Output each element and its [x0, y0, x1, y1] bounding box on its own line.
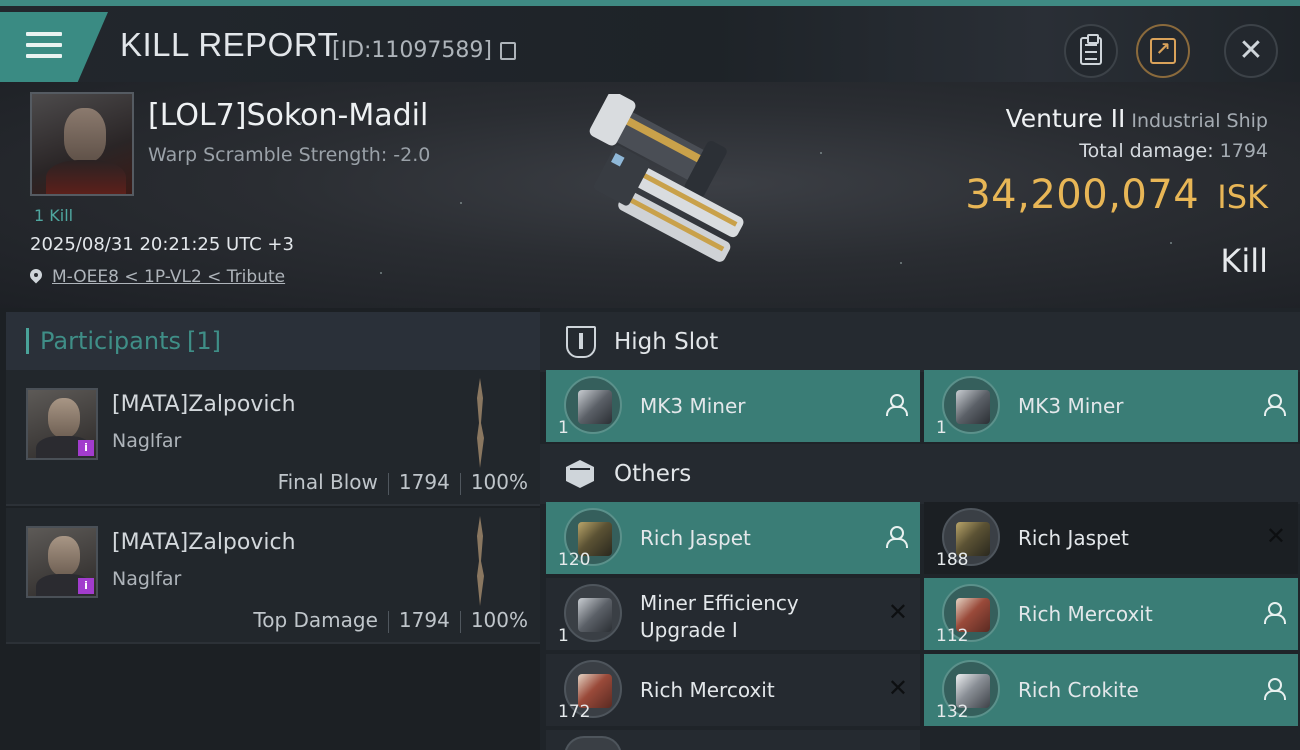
dropped-person-icon — [886, 526, 908, 548]
close-icon: ✕ — [1238, 33, 1264, 68]
destroyed-x-icon: ✕ — [1265, 522, 1286, 550]
destroyed-x-icon: ✕ — [887, 598, 908, 626]
location-pin-icon — [30, 269, 42, 285]
weapon-icon — [477, 516, 484, 606]
item-slot[interactable]: 188 Rich Jaspet ✕ — [924, 502, 1298, 574]
kill-location[interactable]: M-OEE8 < 1P-VL2 < Tribute — [30, 267, 285, 287]
item-name: Rich Jaspet — [640, 526, 751, 550]
info-badge-icon: i — [78, 578, 94, 594]
item-slot[interactable]: 1 MK3 Miner — [546, 370, 920, 442]
item-name: MK3 Miner — [1018, 394, 1124, 418]
item-name: Rich Crokite — [1018, 678, 1139, 702]
miner-module-icon — [564, 376, 622, 434]
warp-scramble-strength: Warp Scramble Strength: -2.0 — [148, 144, 431, 166]
kill-timestamp: 2025/08/31 20:21:25 UTC +3 — [30, 234, 294, 255]
item-quantity: 172 — [558, 702, 591, 722]
victim-portrait[interactable] — [30, 92, 134, 196]
item-quantity: 132 — [936, 702, 969, 722]
item-name: Rich Jaspet — [1018, 526, 1129, 550]
item-quantity: 1 — [936, 418, 947, 438]
kill-result: Kill — [1220, 242, 1268, 280]
item-slot-partial[interactable] — [546, 730, 920, 750]
dropped-person-icon — [1264, 394, 1286, 416]
item-quantity: 112 — [936, 626, 969, 646]
hamburger-icon — [26, 32, 62, 62]
ship-name[interactable]: Venture II Industrial Ship — [1006, 104, 1268, 133]
clipboard-icon — [1080, 34, 1102, 65]
item-slot[interactable]: 132 Rich Crokite — [924, 654, 1298, 726]
item-slot[interactable]: 120 Rich Jaspet — [546, 502, 920, 574]
ore-icon — [564, 736, 622, 750]
destroyed-x-icon: ✕ — [887, 674, 908, 702]
item-quantity: 120 — [558, 550, 591, 570]
upgrade-module-icon — [564, 584, 622, 642]
item-name: Rich Mercoxit — [640, 678, 775, 702]
dropped-person-icon — [1264, 678, 1286, 700]
participant-avatar[interactable]: i — [26, 388, 98, 460]
miner-module-icon — [942, 376, 1000, 434]
cargo-box-icon — [566, 460, 594, 488]
ship-class: Industrial Ship — [1131, 110, 1268, 132]
dropped-person-icon — [886, 394, 908, 416]
participant-name: [MATA]Zalpovich — [112, 530, 296, 555]
participant-row[interactable]: i [MATA]Zalpovich Naglfar Top Damage 1794… — [6, 508, 540, 644]
participant-row[interactable]: i [MATA]Zalpovich Naglfar Final Blow 1794… — [6, 370, 540, 506]
participant-ship: Naglfar — [112, 568, 182, 590]
page-title: KILL REPORT — [120, 26, 339, 63]
item-slot[interactable]: 172 Rich Mercoxit ✕ — [546, 654, 920, 726]
participants-panel: Participants [1] i [MATA]Zalpovich Naglfa… — [0, 308, 540, 750]
copy-icon[interactable] — [500, 42, 516, 60]
participants-header[interactable]: Participants [1] — [6, 312, 540, 370]
total-damage: Total damage: 1794 — [1079, 140, 1268, 162]
high-slot-header: High Slot — [540, 312, 1300, 372]
isk-value: 34,200,074 ISK — [965, 172, 1268, 218]
share-button[interactable]: ↗ — [1136, 24, 1190, 78]
kill-summary-banner: [LOL7]Sokon-Madil Warp Scramble Strength… — [0, 82, 1300, 308]
item-quantity: 1 — [558, 626, 569, 646]
share-icon: ↗ — [1150, 38, 1176, 64]
fitting-panel: High Slot 1 MK3 Miner 1 MK3 Miner Others… — [540, 308, 1300, 750]
participant-ship: Naglfar — [112, 430, 182, 452]
item-name: Miner Efficiency Upgrade I — [640, 591, 799, 642]
participant-stats: Top Damage 1794 100% — [253, 608, 528, 633]
info-badge-icon: i — [78, 440, 94, 456]
item-quantity: 188 — [936, 550, 969, 570]
participant-stats: Final Blow 1794 100% — [277, 470, 528, 495]
victim-kill-count: 1 Kill — [34, 206, 74, 225]
item-quantity: 1 — [558, 418, 569, 438]
item-name: Rich Mercoxit — [1018, 602, 1153, 626]
dropped-person-icon — [1264, 602, 1286, 624]
kill-id: [ID:11097589] — [332, 38, 492, 63]
high-slot-icon — [566, 326, 596, 358]
others-header: Others — [540, 444, 1300, 504]
location-link[interactable]: M-OEE8 < 1P-VL2 < Tribute — [52, 267, 285, 287]
item-slot[interactable]: 1 MK3 Miner — [924, 370, 1298, 442]
header-bar: KILL REPORT [ID:11097589] ↗ ✕ — [0, 6, 1300, 82]
clipboard-button[interactable] — [1064, 24, 1118, 78]
close-button[interactable]: ✕ — [1224, 24, 1278, 78]
participant-avatar[interactable]: i — [26, 526, 98, 598]
participant-name: [MATA]Zalpovich — [112, 392, 296, 417]
victim-name[interactable]: [LOL7]Sokon-Madil — [148, 98, 428, 133]
ship-render — [589, 94, 744, 262]
item-name: MK3 Miner — [640, 394, 746, 418]
menu-button[interactable] — [0, 12, 108, 82]
item-slot[interactable]: 112 Rich Mercoxit — [924, 578, 1298, 650]
weapon-icon — [477, 378, 484, 468]
item-slot[interactable]: 1 Miner Efficiency Upgrade I ✕ — [546, 578, 920, 650]
